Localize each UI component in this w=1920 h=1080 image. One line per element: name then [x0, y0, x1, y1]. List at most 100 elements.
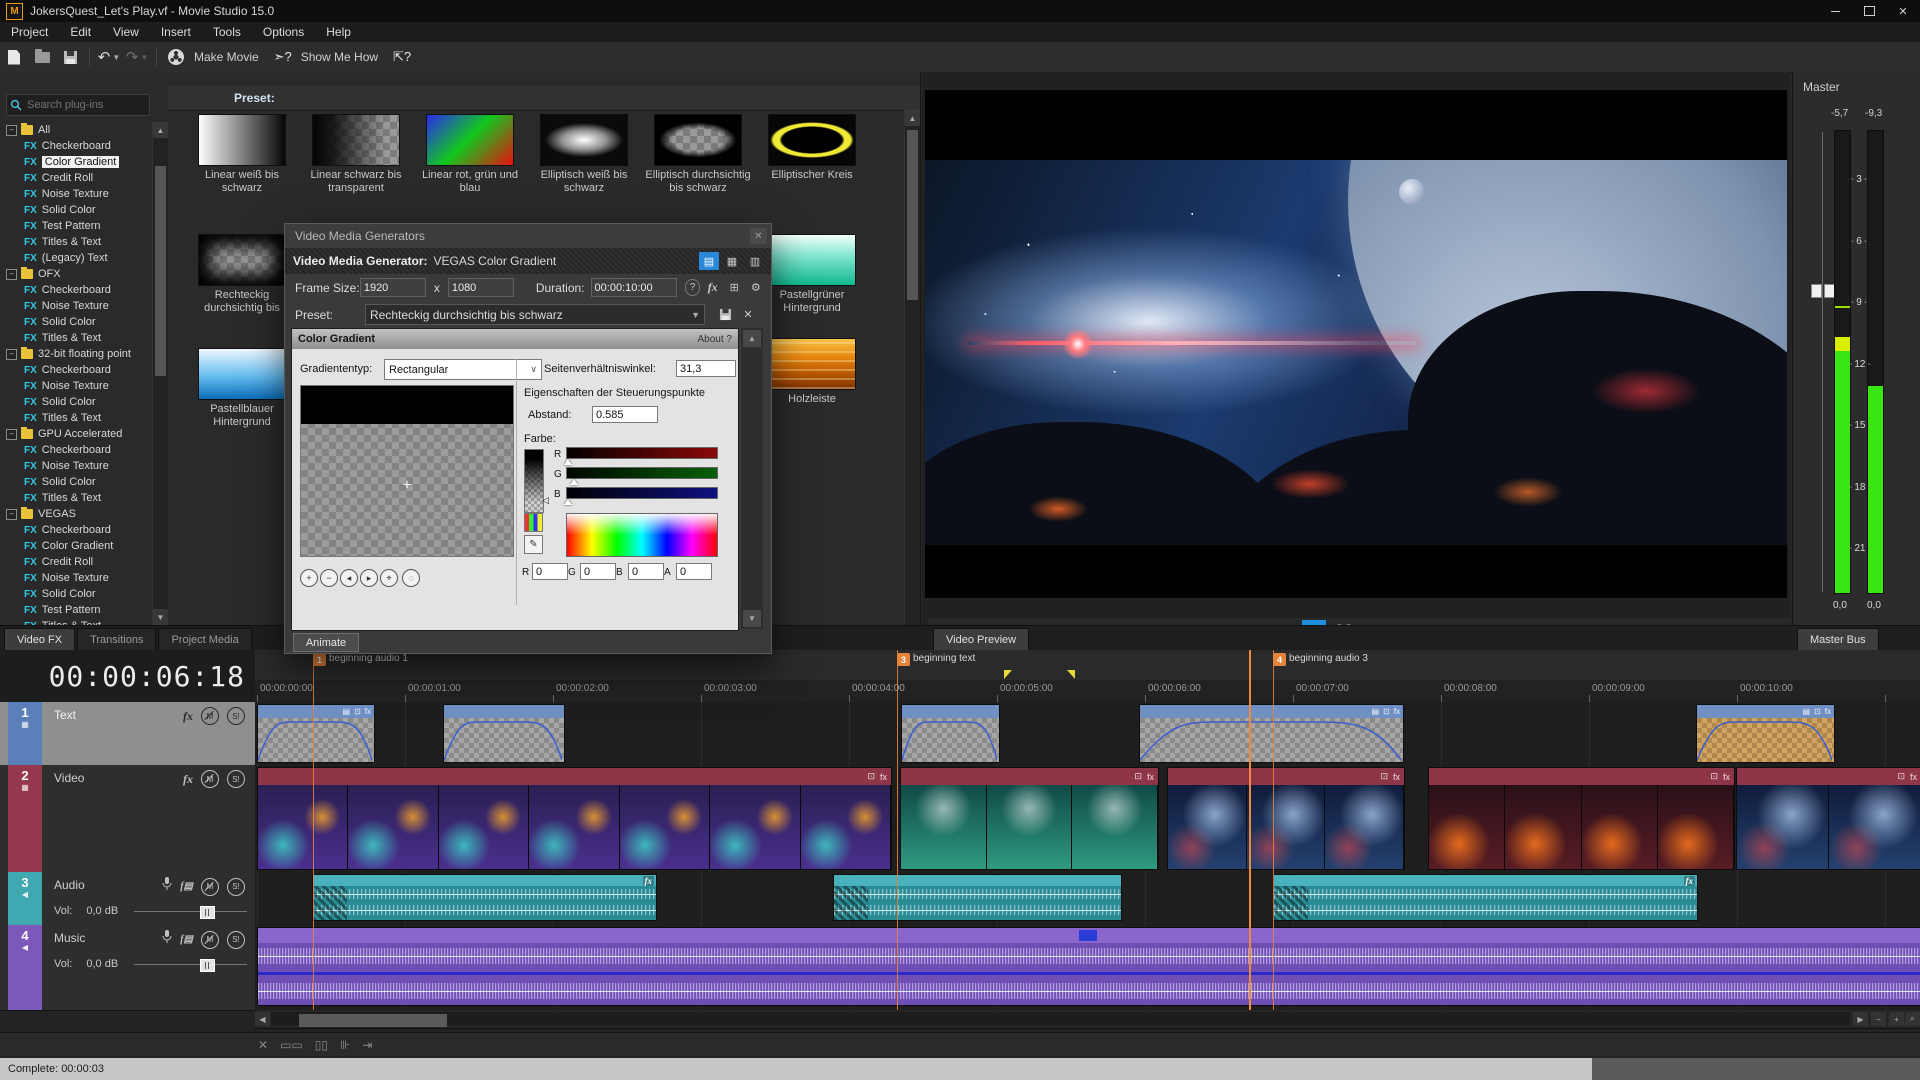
- red-slider[interactable]: [566, 447, 718, 459]
- show-me-how-label[interactable]: Show Me How: [301, 50, 378, 64]
- frame-height-field[interactable]: [448, 278, 514, 297]
- text-event[interactable]: ▤⊡fx: [1139, 704, 1404, 763]
- event-header-icon[interactable]: fx: [1723, 772, 1730, 782]
- tree-expand-icon[interactable]: –: [6, 509, 17, 520]
- red-slider-handle[interactable]: [564, 459, 572, 465]
- tree-item[interactable]: FXCheckerboard: [0, 522, 152, 538]
- track-number-strip[interactable]: 3◀: [8, 872, 42, 925]
- music-event[interactable]: [257, 927, 1920, 1006]
- layout-grid-icon[interactable]: ▦: [722, 252, 742, 270]
- fx-icon[interactable]: fx: [703, 279, 722, 297]
- tree-item[interactable]: FXTitles & Text: [0, 618, 152, 625]
- track-name[interactable]: Music: [54, 931, 85, 945]
- snap-toggle-icon[interactable]: ⊪: [340, 1038, 350, 1052]
- time-ruler[interactable]: 00:00:00:0000:00:01:0000:00:02:0000:00:0…: [255, 680, 1920, 703]
- event-header-icon[interactable]: ▤: [343, 707, 351, 716]
- delete-icon[interactable]: ✕: [258, 1038, 268, 1052]
- track-name[interactable]: Video: [54, 771, 84, 785]
- dialog-scrollbar[interactable]: ▲ ▼: [741, 328, 763, 629]
- bypass-motion-blur-icon[interactable]: M: [201, 878, 219, 896]
- tree-folder[interactable]: –32-bit floating point: [0, 346, 152, 362]
- volume-slider[interactable]: [134, 964, 247, 965]
- playhead-cursor[interactable]: [1249, 650, 1251, 1010]
- tree-item[interactable]: FXSolid Color: [0, 474, 152, 490]
- solo-icon[interactable]: S!: [227, 770, 245, 788]
- loop-region-start-icon[interactable]: [1004, 670, 1012, 679]
- zoom-in-timeline-icon[interactable]: +: [1889, 1012, 1904, 1026]
- master-fader-handle[interactable]: [1811, 284, 1835, 298]
- timeline-marker[interactable]: 3beginning text: [897, 653, 975, 666]
- text-event[interactable]: ▤⊡fx: [257, 704, 375, 763]
- marker-flag-icon[interactable]: 4: [1273, 653, 1286, 666]
- tree-item[interactable]: FXSolid Color: [0, 586, 152, 602]
- dialog-close-button[interactable]: ✕: [750, 228, 767, 244]
- tree-expand-icon[interactable]: –: [6, 125, 17, 136]
- preset-dropdown[interactable]: Rechteckig durchsichtig bis schwarz ▼: [365, 304, 705, 325]
- video-event[interactable]: ⊡ fx: [1428, 767, 1735, 870]
- tree-item[interactable]: FXNoise Texture: [0, 378, 152, 394]
- track-lane[interactable]: ⊡fx⊡fx⊡fx⊡fx⊡fx: [255, 765, 1920, 873]
- track-name[interactable]: Audio: [54, 878, 85, 892]
- loop-region-end-icon[interactable]: [1067, 670, 1075, 679]
- redo-button[interactable]: ↷▼: [124, 45, 150, 69]
- tree-expand-icon[interactable]: –: [6, 269, 17, 280]
- video-event[interactable]: ⊡fx: [1167, 767, 1405, 870]
- track-lane[interactable]: ▤⊡fx▤⊡fx▤⊡fx: [255, 702, 1920, 766]
- blue-slider-handle[interactable]: [564, 499, 572, 505]
- scrollbar-thumb[interactable]: [907, 130, 918, 300]
- record-arm-icon[interactable]: [162, 930, 172, 949]
- split-tool-icon[interactable]: ▯▯: [315, 1038, 328, 1052]
- frame-width-field[interactable]: [360, 278, 426, 297]
- track-lane[interactable]: fxfx: [255, 872, 1920, 926]
- volume-slider[interactable]: [134, 911, 247, 912]
- track-number-strip[interactable]: 1▦: [8, 702, 42, 765]
- next-point-icon[interactable]: ▸: [360, 569, 378, 587]
- menu-help[interactable]: Help: [315, 22, 362, 42]
- preset-card[interactable]: Elliptisch durchsichtig bis schwarz: [642, 114, 754, 195]
- menu-project[interactable]: Project: [0, 22, 59, 42]
- event-header-icon[interactable]: fx: [880, 772, 887, 782]
- swatch-marker-icon[interactable]: ◁: [542, 495, 549, 506]
- overlay-toggle-icon[interactable]: ◌: [402, 569, 420, 587]
- text-event[interactable]: [443, 704, 565, 763]
- grid-toggle-icon[interactable]: ⊞: [725, 279, 744, 297]
- timeline-scrollbar[interactable]: ◀ ▶ − + ⌕: [255, 1010, 1920, 1029]
- event-header-icon[interactable]: fx: [365, 707, 371, 716]
- marker-bar[interactable]: 1beginning audio 13beginning text4beginn…: [255, 650, 1920, 681]
- minimize-button[interactable]: [1818, 0, 1852, 22]
- track-header-text[interactable]: 1▦TextfxMS!: [0, 702, 255, 766]
- tree-item[interactable]: FXNoise Texture: [0, 570, 152, 586]
- preset-card[interactable]: Linear rot, grün und blau: [414, 114, 526, 195]
- scroll-up-icon[interactable]: ▲: [743, 330, 761, 347]
- track-header-audio[interactable]: 3◀Audiof▤MS!Vol:0,0 dB: [0, 872, 255, 926]
- text-event[interactable]: [901, 704, 1000, 763]
- new-project-button[interactable]: [1, 45, 27, 69]
- scroll-left-icon[interactable]: ◀: [255, 1012, 270, 1026]
- event-header-icon[interactable]: fx: [1147, 772, 1154, 782]
- tree-expand-icon[interactable]: –: [6, 349, 17, 360]
- preset-card[interactable]: Linear schwarz bis transparent: [300, 114, 412, 195]
- save-preset-icon[interactable]: [715, 306, 735, 324]
- audio-event[interactable]: [833, 874, 1122, 921]
- zoom-in-icon[interactable]: +: [300, 569, 318, 587]
- preset-card[interactable]: Holzleiste: [756, 338, 868, 406]
- track-fx-icon[interactable]: f▤: [180, 934, 193, 945]
- maximize-button[interactable]: [1852, 0, 1886, 22]
- color-picker-field[interactable]: [566, 513, 718, 557]
- menu-options[interactable]: Options: [252, 22, 315, 42]
- interactive-tutorial-button[interactable]: ⇱?: [389, 45, 415, 69]
- solo-icon[interactable]: S!: [227, 707, 245, 725]
- green-slider[interactable]: [566, 467, 718, 479]
- track-fx-icon[interactable]: f▤: [180, 881, 193, 892]
- tree-item[interactable]: FXTitles & Text: [0, 490, 152, 506]
- track-fx-icon[interactable]: fx: [183, 709, 193, 724]
- tree-scrollbar[interactable]: ▲ ▼: [152, 122, 168, 625]
- aspect-angle-field[interactable]: [676, 360, 736, 377]
- menu-insert[interactable]: Insert: [150, 22, 202, 42]
- event-header-icon[interactable]: ⊡: [1710, 771, 1718, 782]
- b-value-field[interactable]: [628, 563, 664, 580]
- event-header-icon[interactable]: fx: [1825, 707, 1831, 716]
- g-value-field[interactable]: [580, 563, 616, 580]
- volume-slider-handle[interactable]: [200, 959, 215, 972]
- delete-preset-icon[interactable]: ✕: [738, 306, 758, 324]
